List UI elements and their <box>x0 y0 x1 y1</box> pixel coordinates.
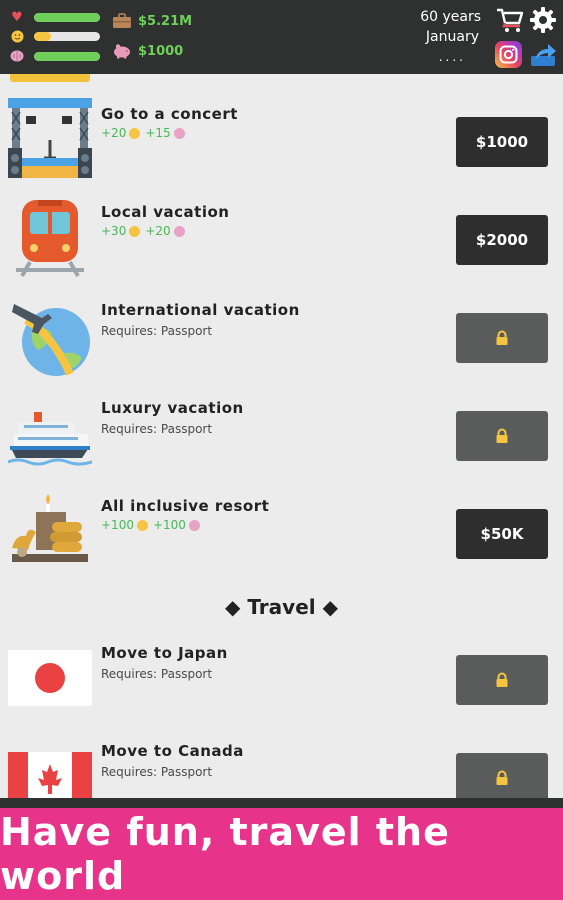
promo-banner: Have fun, travel the world <box>0 808 563 900</box>
happiness-reward: +30 <box>101 224 127 238</box>
piggy-bank-icon <box>112 43 132 59</box>
locked-move-to-japan-button[interactable] <box>456 655 548 705</box>
train-icon <box>8 196 92 280</box>
previous-item-thumbnail <box>10 74 90 82</box>
bottom-divider <box>0 798 563 808</box>
item-requirement: Requires: Passport <box>101 667 213 681</box>
smarts-stat <box>8 49 100 63</box>
briefcase-icon <box>112 13 132 29</box>
lock-icon <box>496 330 508 345</box>
item-rewards: +100 +100 <box>101 518 205 532</box>
item-rewards: +30 +20 <box>101 224 190 238</box>
smiley-icon <box>8 29 26 43</box>
item-rewards: +20 +15 <box>101 126 190 140</box>
lock-icon <box>496 672 508 687</box>
happiness-reward: +20 <box>101 126 127 140</box>
activity-item-luxury-vacation: Luxury vacation Requires: Passport <box>0 390 563 488</box>
activity-item-all-inclusive-resort: All inclusive resort +100 +100 $50K <box>0 488 563 586</box>
happiness-stat <box>8 29 100 43</box>
lock-icon <box>496 770 508 785</box>
smarts-reward: +100 <box>152 518 186 532</box>
instagram-icon[interactable] <box>495 41 522 68</box>
locked-move-to-canada-button[interactable] <box>456 753 548 798</box>
month-label: January <box>425 29 479 45</box>
item-title: International vacation <box>101 301 300 319</box>
heart-icon: ♥ <box>11 9 23 25</box>
item-title: Luxury vacation <box>101 399 244 417</box>
travel-item-japan: Move to Japan Requires: Passport <box>0 634 563 732</box>
locked-international-vacation-button[interactable] <box>456 313 548 363</box>
cruise-ship-icon <box>7 392 93 476</box>
activity-list[interactable]: Go to a concert +20 +15 $1000 Local vaca… <box>0 74 563 798</box>
share-icon[interactable] <box>529 40 557 68</box>
brain-icon <box>173 225 185 237</box>
health-stat: ♥ <box>8 9 100 25</box>
savings-display: $1000 <box>112 43 183 59</box>
age-label: 60 years <box>420 9 481 25</box>
item-requirement: Requires: Passport <box>101 422 213 436</box>
section-title-travel: ◆ Travel ◆ <box>225 595 338 619</box>
concert-stage-icon <box>8 98 92 182</box>
item-title: Move to Canada <box>101 742 244 760</box>
smarts-reward: +20 <box>145 224 171 238</box>
activity-item-international-vacation: International vacation Requires: Passpor… <box>0 292 563 390</box>
brain-icon <box>188 519 200 531</box>
health-bar-fill <box>34 12 100 22</box>
top-status-bar: ♥ $5.21M $1000 60 years January .... <box>0 0 563 74</box>
canada-flag-icon <box>8 752 92 798</box>
health-bar <box>34 12 100 22</box>
smiley-icon <box>129 127 141 139</box>
item-requirement: Requires: Passport <box>101 324 213 338</box>
buy-all-inclusive-resort-button[interactable]: $50K <box>456 509 548 559</box>
locked-luxury-vacation-button[interactable] <box>456 411 548 461</box>
smarts-bar <box>34 51 100 61</box>
item-requirement: Requires: Passport <box>101 765 213 779</box>
item-title: Local vacation <box>101 203 230 221</box>
savings-value: $1000 <box>138 43 184 59</box>
cash-display: $5.21M <box>112 13 192 29</box>
spa-resort-icon <box>8 490 92 574</box>
gear-icon[interactable] <box>529 6 557 34</box>
smarts-reward: +15 <box>145 126 171 140</box>
travel-item-canada: Move to Canada Requires: Passport <box>0 732 563 798</box>
shopping-cart-icon[interactable] <box>496 7 524 33</box>
item-title: All inclusive resort <box>101 497 270 515</box>
happiness-reward: +100 <box>101 518 134 532</box>
happiness-bar-fill <box>34 31 51 41</box>
cash-value: $5.21M <box>138 13 193 29</box>
airplane-globe-icon <box>8 294 92 378</box>
item-title: Move to Japan <box>101 644 228 662</box>
smiley-icon <box>136 519 148 531</box>
smiley-icon <box>129 225 141 237</box>
japan-flag-icon <box>8 650 92 706</box>
brain-icon <box>173 127 185 139</box>
month-progress-dots: .... <box>438 50 466 64</box>
activity-item-local-vacation: Local vacation +30 +20 $2000 <box>0 194 563 292</box>
buy-local-vacation-button[interactable]: $2000 <box>456 215 548 265</box>
happiness-bar <box>34 31 100 41</box>
brain-icon <box>8 49 26 63</box>
smarts-bar-fill <box>34 51 100 61</box>
lock-icon <box>496 428 508 443</box>
item-title: Go to a concert <box>101 105 238 123</box>
buy-concert-button[interactable]: $1000 <box>456 117 548 167</box>
activity-item-concert: Go to a concert +20 +15 $1000 <box>0 96 563 194</box>
